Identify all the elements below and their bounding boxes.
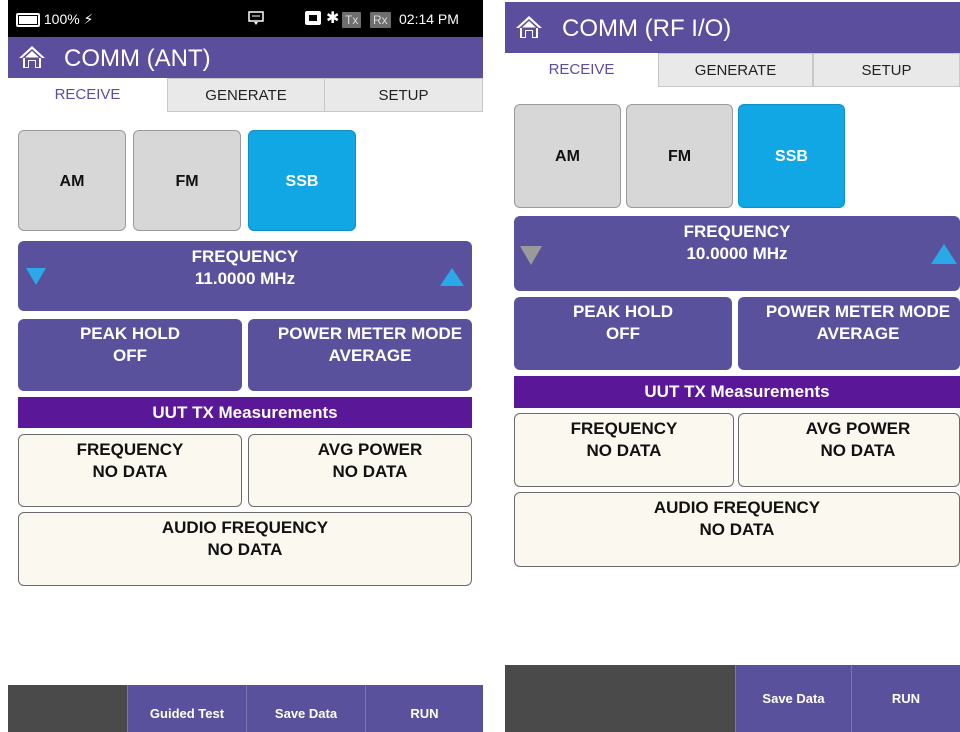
battery-percent: 100% (43, 11, 80, 27)
triangle-down-icon[interactable] (520, 246, 542, 265)
bluetooth-icon: ✱ (326, 10, 340, 27)
frequency-measurement: FREQUENCY NO DATA (514, 413, 734, 487)
uut-tx-header: UUT TX Measurements (18, 397, 472, 428)
meas-audio-value: NO DATA (207, 540, 283, 559)
meas-avg-power-value: NO DATA (820, 441, 896, 460)
triangle-down-icon[interactable] (26, 268, 46, 285)
tab-bar: RECEIVE GENERATE SETUP (8, 78, 483, 112)
tab-receive[interactable]: RECEIVE (505, 53, 658, 87)
power-meter-label: POWER METER MODE (277, 324, 463, 343)
triangle-up-icon[interactable] (931, 244, 957, 264)
peak-hold-label: PEAK HOLD (79, 324, 181, 343)
bottom-bar: Guided Test Save Data RUN (8, 685, 483, 732)
tab-generate[interactable]: GENERATE (167, 78, 325, 112)
title-bar: COMM (RF I/O) (505, 2, 960, 53)
mode-ssb-button[interactable]: SSB (248, 130, 356, 231)
power-meter-value: AVERAGE (328, 346, 412, 365)
mode-am-button[interactable]: AM (18, 130, 126, 231)
home-icon[interactable] (18, 45, 46, 69)
power-meter-mode-button[interactable]: POWER METER MODE AVERAGE (738, 297, 960, 370)
peak-hold-value: OFF (606, 324, 640, 343)
bottom-blank (505, 665, 735, 732)
mode-am-button[interactable]: AM (514, 104, 621, 208)
bottom-bar: Save Data RUN (505, 665, 960, 732)
run-button[interactable]: RUN (365, 685, 483, 732)
title-bar: COMM (ANT) (8, 37, 483, 78)
frequency-label: FREQUENCY (683, 222, 791, 241)
rx-indicator: Rx (370, 12, 391, 28)
save-data-button[interactable]: Save Data (246, 685, 365, 732)
tab-bar: RECEIVE GENERATE SETUP (505, 53, 960, 87)
meas-avg-power-label: AVG POWER (805, 419, 911, 438)
peak-hold-value: OFF (113, 346, 147, 365)
tab-setup[interactable]: SETUP (813, 53, 960, 87)
frequency-value: 10.0000 MHz (686, 244, 788, 263)
left-screen: 100% ⚡ ✱ Tx Rx 02:14 PM COMM (ANT) RECEI… (8, 0, 483, 732)
meas-audio-label: AUDIO FREQUENCY (653, 498, 821, 517)
guided-test-button[interactable]: Guided Test (127, 685, 246, 732)
frequency-label: FREQUENCY (191, 247, 299, 266)
keyboard-icon (248, 10, 264, 28)
power-meter-label: POWER METER MODE (765, 302, 951, 321)
ethernet-icon (304, 10, 322, 28)
frequency-value: 11.0000 MHz (194, 269, 296, 288)
clock: 02:14 PM (399, 11, 459, 27)
power-meter-mode-button[interactable]: POWER METER MODE AVERAGE (248, 319, 472, 391)
peak-hold-button[interactable]: PEAK HOLD OFF (18, 319, 242, 391)
peak-hold-label: PEAK HOLD (572, 302, 674, 321)
meas-avg-power-label: AVG POWER (317, 440, 423, 459)
page-title: COMM (RF I/O) (562, 15, 732, 42)
tab-receive[interactable]: RECEIVE (8, 78, 167, 112)
bottom-blank (8, 685, 127, 732)
meas-frequency-label: FREQUENCY (76, 440, 184, 459)
right-screen: COMM (RF I/O) RECEIVE GENERATE SETUP AM … (505, 2, 960, 732)
uut-tx-header: UUT TX Measurements (514, 376, 960, 408)
peak-hold-button[interactable]: PEAK HOLD OFF (514, 297, 732, 370)
battery-icon (16, 13, 40, 28)
frequency-measurement: FREQUENCY NO DATA (18, 434, 242, 507)
meas-audio-value: NO DATA (699, 520, 775, 539)
avg-power-measurement: AVG POWER NO DATA (738, 413, 960, 487)
avg-power-measurement: AVG POWER NO DATA (248, 434, 472, 507)
run-button[interactable]: RUN (851, 665, 960, 732)
home-icon[interactable] (515, 15, 543, 39)
meas-avg-power-value: NO DATA (332, 462, 408, 481)
power-meter-value: AVERAGE (816, 324, 900, 343)
audio-frequency-measurement: AUDIO FREQUENCY NO DATA (18, 512, 472, 586)
mode-fm-button[interactable]: FM (133, 130, 241, 231)
frequency-control[interactable]: FREQUENCY 10.0000 MHz (514, 216, 960, 291)
frequency-control[interactable]: FREQUENCY 11.0000 MHz (18, 241, 472, 311)
tab-setup[interactable]: SETUP (324, 78, 483, 112)
meas-frequency-label: FREQUENCY (570, 419, 678, 438)
mode-ssb-button[interactable]: SSB (738, 104, 845, 208)
battery-indicator: 100% ⚡ (16, 10, 93, 28)
audio-frequency-measurement: AUDIO FREQUENCY NO DATA (514, 492, 960, 567)
status-bar: 100% ⚡ ✱ Tx Rx 02:14 PM (8, 0, 483, 37)
tx-indicator: Tx (342, 12, 362, 28)
meas-audio-label: AUDIO FREQUENCY (161, 518, 329, 537)
page-title: COMM (ANT) (64, 45, 211, 72)
triangle-up-icon[interactable] (440, 268, 464, 286)
tab-generate[interactable]: GENERATE (658, 53, 813, 87)
mode-fm-button[interactable]: FM (626, 104, 733, 208)
meas-frequency-value: NO DATA (586, 441, 662, 460)
charging-icon: ⚡ (83, 11, 94, 27)
meas-frequency-value: NO DATA (92, 462, 168, 481)
save-data-button[interactable]: Save Data (735, 665, 851, 732)
